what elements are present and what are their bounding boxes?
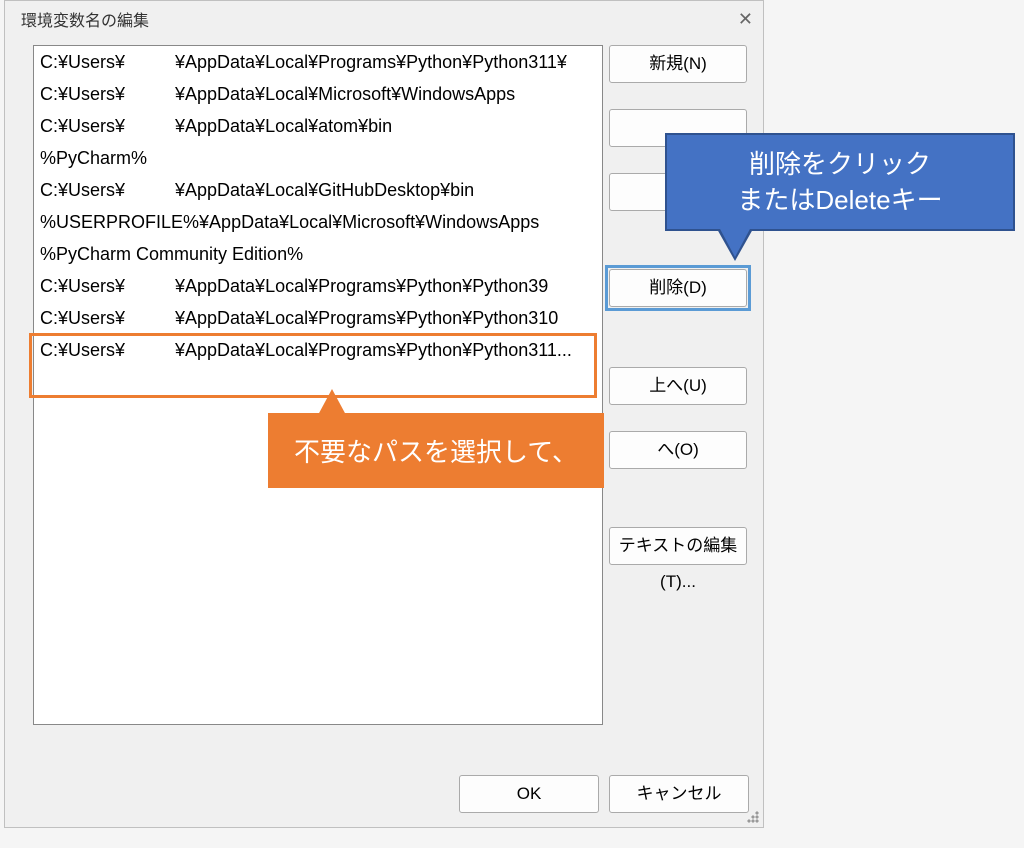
annotation-select-path: 不要なパスを選択して、	[268, 413, 604, 488]
list-item[interactable]: C:¥Users¥¥AppData¥Local¥GitHubDesktop¥bi…	[34, 174, 602, 206]
edit-text-button[interactable]: テキストの編集(T)...	[609, 527, 747, 565]
new-button[interactable]: 新規(N)	[609, 45, 747, 83]
list-item[interactable]: %USERPROFILE%¥AppData¥Local¥Microsoft¥Wi…	[34, 206, 602, 238]
close-icon[interactable]: ✕	[732, 9, 753, 30]
ok-button[interactable]: OK	[459, 775, 599, 813]
list-item[interactable]: C:¥Users¥¥AppData¥Local¥Programs¥Python¥…	[34, 334, 602, 366]
list-item[interactable]: C:¥Users¥¥AppData¥Local¥Programs¥Python¥…	[34, 302, 602, 334]
cancel-button[interactable]: キャンセル	[609, 775, 749, 813]
delete-button[interactable]: 削除(D)	[609, 269, 747, 307]
move-down-button[interactable]: へ(O)	[609, 431, 747, 469]
list-item[interactable]: C:¥Users¥¥AppData¥Local¥Microsoft¥Window…	[34, 78, 602, 110]
list-item[interactable]: %PyCharm Community Edition%	[34, 238, 602, 270]
list-item[interactable]: %PyCharm%	[34, 142, 602, 174]
path-listbox[interactable]: C:¥Users¥¥AppData¥Local¥Programs¥Python¥…	[33, 45, 603, 725]
titlebar: 環境変数名の編集 ✕	[5, 1, 763, 37]
dialog-title: 環境変数名の編集	[15, 7, 149, 31]
resize-grip-icon[interactable]	[745, 809, 761, 825]
annotation-click-delete: 削除をクリック またはDeleteキー	[665, 133, 1015, 231]
list-item[interactable]: C:¥Users¥¥AppData¥Local¥Programs¥Python¥…	[34, 270, 602, 302]
list-item[interactable]: C:¥Users¥¥AppData¥Local¥atom¥bin	[34, 110, 602, 142]
list-item[interactable]: C:¥Users¥¥AppData¥Local¥Programs¥Python¥…	[34, 46, 602, 78]
move-up-button[interactable]: 上へ(U)	[609, 367, 747, 405]
